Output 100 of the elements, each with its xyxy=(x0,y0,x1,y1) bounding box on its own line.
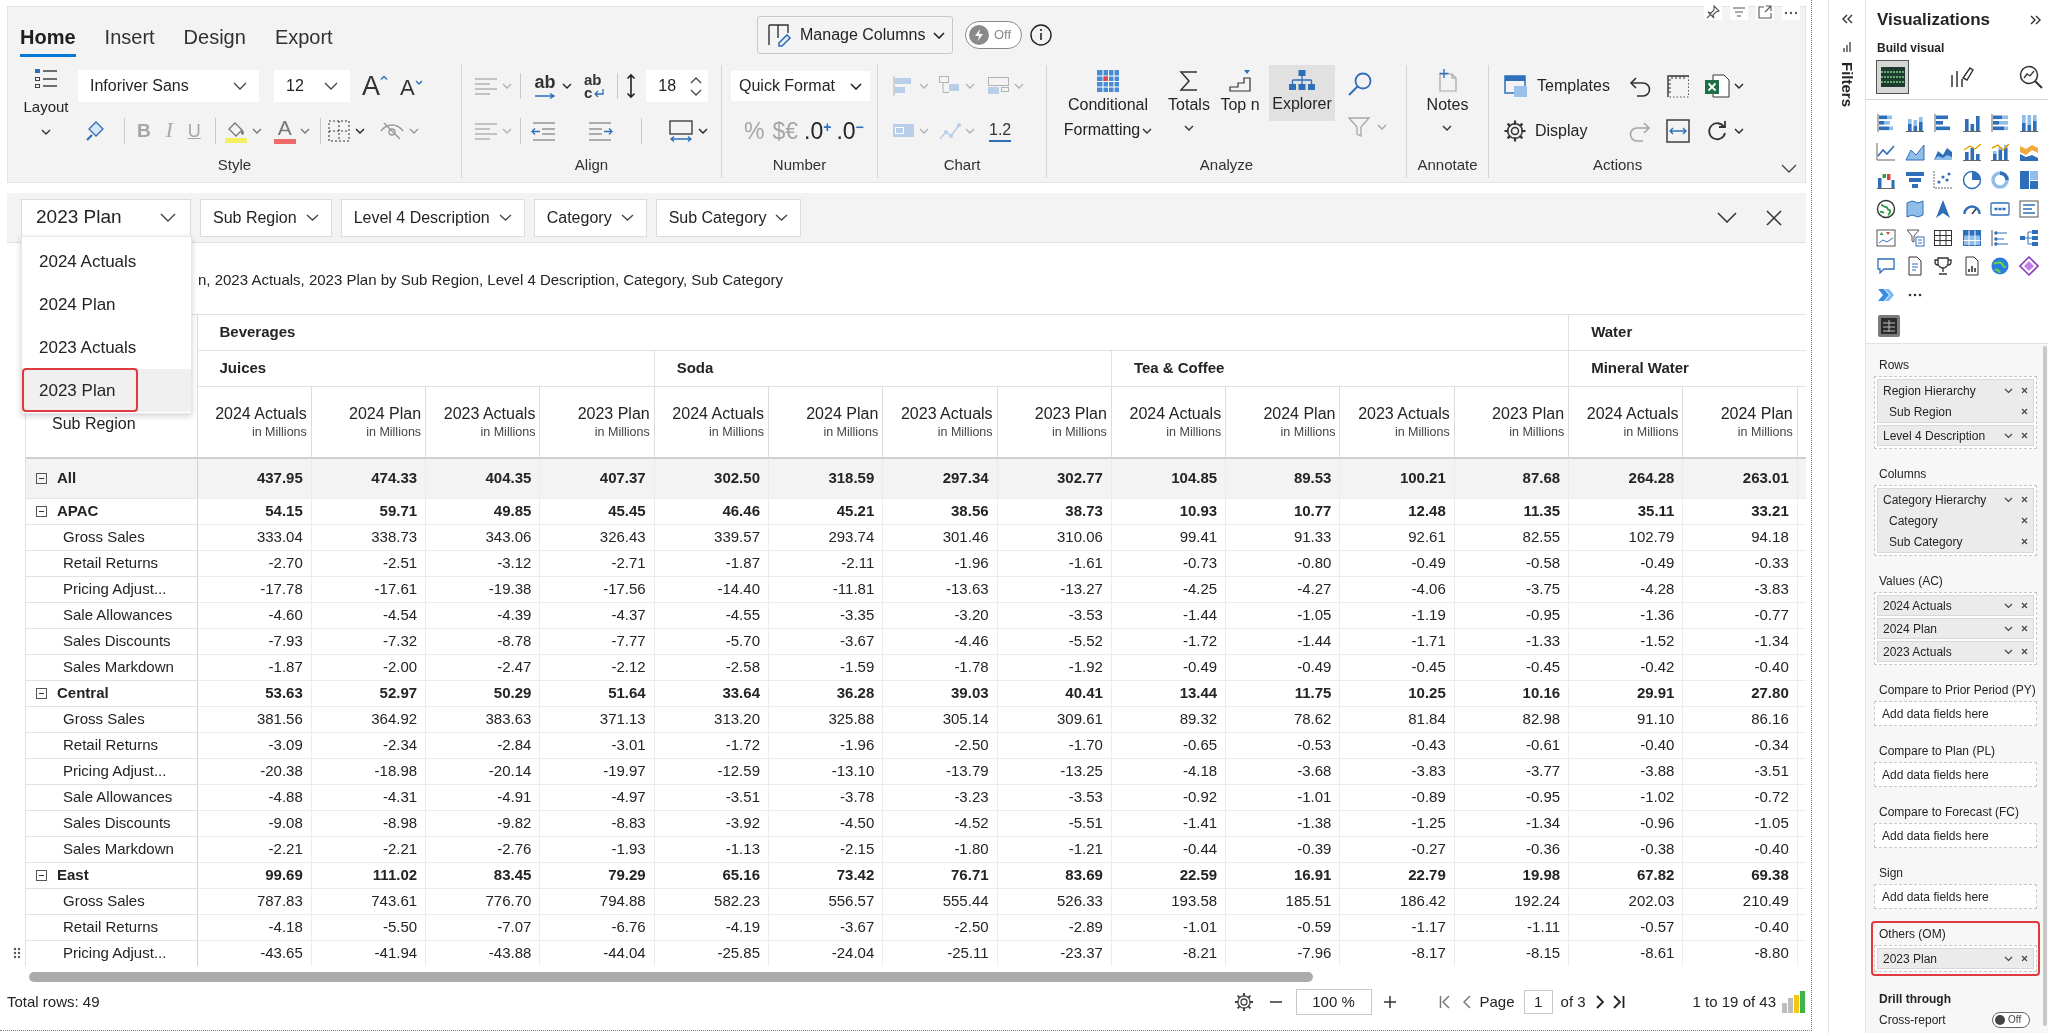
undo-icon[interactable] xyxy=(1628,75,1652,97)
caret-icon[interactable] xyxy=(1142,127,1153,134)
caret-icon[interactable] xyxy=(354,128,365,134)
chevron-down-icon[interactable] xyxy=(2004,432,2013,439)
chevron-down-icon[interactable] xyxy=(2004,648,2013,655)
layout-button[interactable]: Layout xyxy=(20,65,72,153)
close-icon[interactable] xyxy=(2021,602,2028,610)
chevron-down-icon[interactable] xyxy=(2004,496,2013,503)
caret-icon[interactable] xyxy=(1734,128,1744,134)
kpi-icon[interactable] xyxy=(1876,227,1897,248)
first-page-icon[interactable] xyxy=(1438,995,1451,1009)
bar-chart-icon[interactable] xyxy=(1990,113,2011,134)
caret-icon[interactable] xyxy=(41,129,51,135)
line-column-chart-icon[interactable] xyxy=(1961,141,1982,162)
treemap-icon[interactable] xyxy=(2018,170,2039,191)
matrix-icon[interactable] xyxy=(1961,227,1982,248)
field-dropdown[interactable]: Sub Region xyxy=(200,198,332,237)
field-pill[interactable]: Category xyxy=(1883,510,2028,532)
chevron-down-icon[interactable] xyxy=(1717,212,1737,223)
increase-decimals-button[interactable]: .0$^{+}$ xyxy=(804,118,832,144)
dropdown-option[interactable]: 2023 Plan xyxy=(22,369,191,412)
quick-format-select[interactable]: Quick Format xyxy=(731,71,870,101)
filters-pane-label[interactable]: Filters xyxy=(1835,62,1859,107)
font-color-button[interactable]: A xyxy=(273,118,296,144)
caret-icon[interactable] xyxy=(1442,125,1453,131)
caret-icon[interactable] xyxy=(1734,83,1744,89)
dot-plot-icon[interactable] xyxy=(1990,227,2011,248)
ribbon-tab[interactable]: Design xyxy=(183,26,246,57)
pin-icon[interactable] xyxy=(1704,4,1722,20)
scatter-chart-icon[interactable] xyxy=(1933,170,1954,191)
chevron-down-icon[interactable] xyxy=(2004,602,2013,609)
fit-width-icon[interactable] xyxy=(668,119,694,143)
line-height-field[interactable]: 18 xyxy=(646,70,709,102)
manage-columns-button[interactable]: Manage Columns xyxy=(757,16,953,54)
close-icon[interactable] xyxy=(2021,408,2028,416)
speech-bubble-icon[interactable] xyxy=(1876,256,1897,277)
trophy-icon[interactable] xyxy=(1933,256,1954,277)
expand-icon[interactable] xyxy=(1756,4,1774,20)
drop-field[interactable]: Add data fields here xyxy=(1874,823,2037,849)
indent-decrease-icon[interactable] xyxy=(531,120,557,142)
scrollbar-thumb[interactable] xyxy=(29,972,1313,982)
field-dropdown[interactable]: Category xyxy=(533,198,647,237)
field-pill[interactable]: Sub Category xyxy=(1883,531,2028,553)
minus-box-icon[interactable] xyxy=(36,869,47,881)
double-chevron-left-icon[interactable] xyxy=(1841,14,1853,24)
toggle-switch[interactable]: Off xyxy=(965,21,1022,49)
display-button[interactable]: Display xyxy=(1503,119,1628,143)
field-pill[interactable]: 2024 Actuals xyxy=(1877,595,2034,617)
chevron-down-icon[interactable] xyxy=(1781,163,1797,173)
eye-slash-icon[interactable] xyxy=(378,120,405,142)
dropdown-option[interactable]: 2024 Actuals xyxy=(22,240,191,283)
dropdown-option[interactable]: 2023 Actuals xyxy=(22,326,191,369)
field-pill[interactable]: 2024 Plan xyxy=(1877,618,2034,640)
dropdown-option[interactable]: 2024 Plan xyxy=(22,283,191,326)
explorer-button[interactable]: Explorer xyxy=(1269,65,1335,121)
field-pill[interactable]: Category Hierarchy xyxy=(1883,489,2028,511)
fit-icon[interactable] xyxy=(1666,119,1690,143)
table-icon[interactable] xyxy=(1933,227,1954,248)
field-pill[interactable]: 2023 Actuals xyxy=(1877,641,2034,663)
minus-box-icon[interactable] xyxy=(36,472,47,484)
field-dropdown[interactable]: Sub Category xyxy=(655,198,802,237)
drag-handle-icon[interactable] xyxy=(13,947,21,959)
drop-field[interactable]: Add data fields here xyxy=(1874,701,2037,727)
plus-icon[interactable] xyxy=(1382,995,1397,1009)
multi-row-card-icon[interactable] xyxy=(2018,199,2039,220)
close-icon[interactable] xyxy=(2021,625,2028,633)
grid-tile-icon[interactable] xyxy=(1878,315,1900,338)
top-n-button[interactable]: Top n xyxy=(1215,65,1265,117)
double-chevron-right-icon[interactable] xyxy=(2030,15,2042,25)
slicer-icon[interactable] xyxy=(1904,227,1925,248)
chevron-down-icon[interactable] xyxy=(2004,955,2013,962)
info-icon[interactable] xyxy=(1030,24,1052,46)
minus-box-icon[interactable] xyxy=(36,687,47,699)
data-labels-button[interactable]: 1.2 xyxy=(989,120,1012,142)
grow-font-button[interactable]: A xyxy=(362,72,388,100)
wrap-lines-button[interactable]: ab c xyxy=(584,73,606,99)
drop-field[interactable]: Add data fields here xyxy=(1874,884,2037,910)
spreadsheet-icon[interactable] xyxy=(1704,74,1730,98)
caret-icon[interactable] xyxy=(1184,125,1194,131)
donut-chart-icon[interactable] xyxy=(1990,170,2011,191)
field-dropdown[interactable]: Level 4 Description xyxy=(340,198,525,237)
chevron-down-icon[interactable] xyxy=(2004,625,2013,632)
close-icon[interactable] xyxy=(2021,517,2028,525)
line-column-chart-icon[interactable] xyxy=(1990,141,2011,162)
column-chart-icon[interactable] xyxy=(2018,113,2039,134)
wrap-text-button[interactable]: ab xyxy=(534,73,556,99)
column-chart-icon[interactable] xyxy=(1961,113,1982,134)
drop-field[interactable]: Add data fields here xyxy=(1874,762,2037,788)
measure-dropdown[interactable]: 2023 Plan xyxy=(21,198,191,237)
pie-chart-icon[interactable] xyxy=(1961,170,1982,191)
zoom-field[interactable]: 100 % xyxy=(1295,989,1372,1015)
ruler-icon[interactable] xyxy=(1666,74,1690,98)
ribbon-tab[interactable]: Insert xyxy=(104,26,155,57)
field-pill[interactable]: Sub Region xyxy=(1883,401,2028,423)
ribbon-tab[interactable]: Home xyxy=(20,26,76,57)
toggle-switch[interactable]: Off xyxy=(1992,1012,2030,1029)
shrink-font-button[interactable]: A xyxy=(400,73,423,99)
chevron-down-icon[interactable] xyxy=(2004,387,2013,394)
gear-icon[interactable] xyxy=(1233,992,1254,1012)
bar-chart-icon[interactable] xyxy=(1781,991,1805,1013)
